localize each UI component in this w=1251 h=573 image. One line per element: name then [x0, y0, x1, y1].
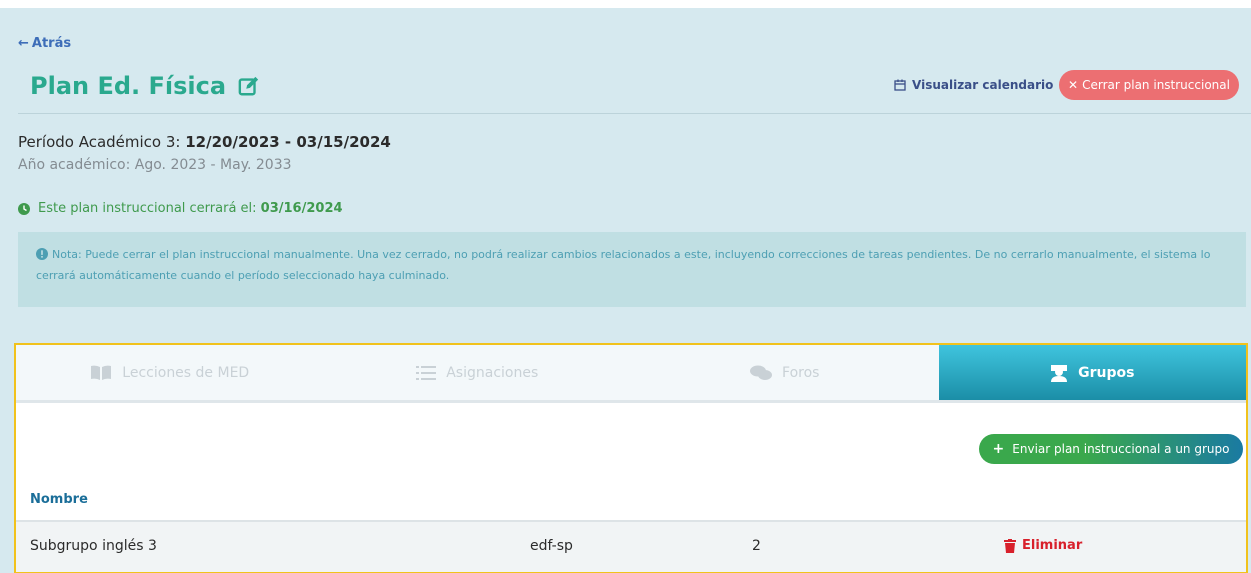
back-link[interactable]: ← Atrás [18, 36, 71, 51]
tab-assignments-label: Asignaciones [446, 364, 539, 381]
chat-icon [750, 365, 773, 380]
edit-icon[interactable] [238, 75, 260, 97]
group-code: edf-sp [530, 538, 573, 554]
column-header-name: Nombre [30, 492, 88, 507]
plus-icon: + [992, 441, 1005, 457]
plan-title: Plan Ed. Física [30, 72, 227, 100]
send-plan-to-group-button[interactable]: + Enviar plan instruccional a un grupo [979, 434, 1243, 464]
close-plan-label: Cerrar plan instruccional [1082, 78, 1230, 92]
group-name: Subgrupo inglés 3 [30, 538, 157, 554]
close-date: 03/16/2024 [260, 201, 343, 216]
delete-label: Eliminar [1022, 538, 1083, 553]
note-box: Nota: Puede cerrar el plan instruccional… [18, 232, 1246, 307]
tab-lessons-label: Lecciones de MED [122, 364, 250, 381]
tab-bar: Lecciones de MED Asignaciones Foros Grup… [16, 345, 1246, 403]
close-plan-button[interactable]: ✕ Cerrar plan instruccional [1059, 70, 1239, 100]
info-icon [36, 248, 48, 260]
groups-panel: Lecciones de MED Asignaciones Foros Grup… [14, 343, 1248, 573]
page-title: Plan Ed. Física [30, 72, 260, 100]
period-prefix: Período Académico 3: [18, 133, 186, 151]
calendar-icon [894, 79, 906, 91]
tab-groups[interactable]: Grupos [938, 345, 1246, 400]
list-icon [416, 365, 437, 380]
note-text: Nota: Puede cerrar el plan instruccional… [36, 248, 1211, 282]
delete-group-button[interactable]: Eliminar [1004, 538, 1082, 553]
clock-icon [18, 202, 30, 215]
academic-year: Año académico: Ago. 2023 - May. 2033 [18, 157, 292, 173]
send-plan-label: Enviar plan instruccional a un grupo [1012, 442, 1230, 456]
tab-assignments[interactable]: Asignaciones [324, 345, 632, 400]
back-label: Atrás [31, 36, 72, 51]
trash-icon [1004, 538, 1016, 553]
group-icon [1051, 364, 1068, 382]
table-row: Subgrupo inglés 3 edf-sp 2 Eliminar [16, 520, 1246, 572]
close-prefix: Este plan instruccional cerrará el: [38, 201, 261, 216]
tab-forums[interactable]: Foros [631, 345, 939, 400]
tab-forums-label: Foros [782, 364, 820, 381]
tab-groups-label: Grupos [1078, 364, 1135, 381]
page-background: ← Atrás Plan Ed. Física Visualizar calen… [0, 8, 1251, 573]
plan-close-info: Este plan instruccional cerrará el: 03/1… [18, 201, 343, 216]
academic-period: Período Académico 3: 12/20/2023 - 03/15/… [18, 133, 391, 151]
period-dates: 12/20/2023 - 03/15/2024 [185, 133, 391, 151]
close-icon: ✕ [1068, 78, 1079, 92]
tab-lessons[interactable]: Lecciones de MED [16, 345, 324, 400]
group-count: 2 [752, 538, 761, 554]
arrow-left-icon: ← [18, 36, 29, 51]
book-icon [91, 365, 112, 380]
view-calendar-link[interactable]: Visualizar calendario [894, 78, 1053, 92]
header-divider [18, 113, 1251, 114]
view-calendar-label: Visualizar calendario [912, 78, 1054, 92]
